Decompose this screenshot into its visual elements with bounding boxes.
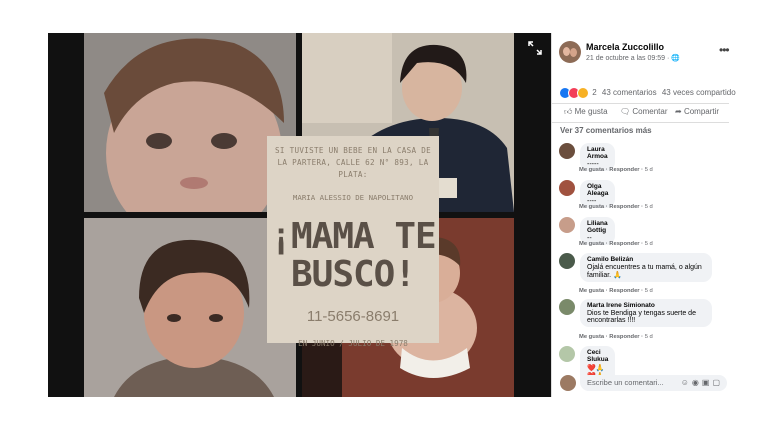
comment-like-link[interactable]: Me gusta <box>579 241 604 247</box>
share-button[interactable]: ➦ Compartir <box>675 107 719 116</box>
commenter-name[interactable]: Laura Armoa <box>587 146 608 160</box>
photo-toddler-closeup <box>84 33 296 212</box>
comment-actions: Me gusta · Responder · 5 d <box>579 241 653 247</box>
comment-like-link[interactable]: Me gusta <box>579 288 604 294</box>
comment-actions: Me gusta · Responder · 5 d <box>579 167 653 173</box>
commenter-name[interactable]: Ceci Slukua <box>587 349 608 363</box>
flyer-headline-line2: BUSCO! <box>290 254 416 295</box>
share-label: Compartir <box>683 107 720 116</box>
comment-reply-link[interactable]: Responder <box>609 288 639 294</box>
emoji-icon[interactable]: ☺ <box>681 378 692 387</box>
commenter-avatar[interactable] <box>559 299 575 315</box>
current-user-avatar <box>560 375 576 391</box>
comment-time[interactable]: 5 d <box>645 167 653 173</box>
post-actions: 👍︎ Me gusta 🗨︎ Comentar ➦ Compartir <box>552 103 729 123</box>
flyer-intro: SI TUVISTE UN BEBE EN LA CASA DE LA PART… <box>275 146 431 179</box>
commenter-name[interactable]: Marta Irene Simionato <box>587 302 705 309</box>
author-avatar[interactable] <box>559 41 581 63</box>
comments-count[interactable]: 43 comentarios <box>602 88 657 97</box>
comment-input[interactable]: Escribe un comentari... ☺◉▣▢ <box>581 375 727 391</box>
more-options-icon[interactable]: ••• <box>719 43 730 57</box>
globe-icon: 🌐 <box>671 55 680 62</box>
expand-icon[interactable] <box>527 41 543 57</box>
comment-reply-link[interactable]: Responder <box>609 167 639 173</box>
commenter-name[interactable]: Camilo Belizán <box>587 256 705 263</box>
comment-like-link[interactable]: Me gusta <box>579 334 604 340</box>
post-date[interactable]: 21 de octubre a las 09:59 · 🌐 <box>586 54 680 62</box>
comment-time[interactable]: 5 d <box>645 241 653 247</box>
comment-actions: Me gusta · Responder · 5 d <box>579 288 653 294</box>
comment-actions: Me gusta · Responder · 5 d <box>579 334 653 340</box>
reaction-summary[interactable]: 2 43 comentarios 43 veces compartido <box>559 87 736 99</box>
comment-reply-link[interactable]: Responder <box>609 334 639 340</box>
like-button[interactable]: 👍︎ Me gusta <box>564 107 608 117</box>
post-sidebar: Marcela Zuccolillo 21 de octubre a las 0… <box>551 33 736 397</box>
like-label: Me gusta <box>574 107 608 116</box>
comment-input-icons: ☺◉▣▢ <box>681 375 723 391</box>
flyer-headline: ¡MAMA TE BUSCO! <box>267 218 439 294</box>
comment-text: Dios te Bendiga y tengas suerte de encon… <box>587 310 696 324</box>
post-header: Marcela Zuccolillo 21 de octubre a las 0… <box>559 41 730 65</box>
comment-time[interactable]: 5 d <box>645 288 653 294</box>
flyer-card: SI TUVISTE UN BEBE EN LA CASA DE LA PART… <box>267 136 439 348</box>
camera-icon[interactable]: ◉ <box>692 378 702 387</box>
view-more-comments-link[interactable]: Ver 37 comentarios más <box>560 126 652 135</box>
comment-bubble: Marta Irene Simionato Dios te Bendiga y … <box>580 299 712 327</box>
photo-small-boy <box>84 218 296 397</box>
comment-label: Comentar <box>632 107 668 116</box>
comment-input-placeholder: Escribe un comentari... <box>587 378 664 387</box>
photo-viewer[interactable]: SI TUVISTE UN BEBE EN LA CASA DE LA PART… <box>48 33 551 397</box>
comment-button[interactable]: 🗨︎ Comentar <box>620 107 668 116</box>
commenter-avatar[interactable] <box>559 143 575 159</box>
flyer-date: EN JUNIO / JULIO DE 1978 <box>298 339 408 348</box>
gif-icon[interactable]: ▣ <box>702 378 713 387</box>
comment-bubble: Camilo Belizán Ojalá encuentres a tu mam… <box>580 253 712 282</box>
thumbs-up-icon: 👍︎ <box>564 107 573 116</box>
commenter-name[interactable]: Olga Aleaga <box>587 183 608 197</box>
comment-actions: Me gusta · Responder · 5 d <box>579 204 653 210</box>
flyer-name: MARIA ALESSIO DE NAPOLITANO <box>292 193 414 202</box>
comment-reply-link[interactable]: Responder <box>609 204 639 210</box>
shares-count[interactable]: 43 veces compartido <box>662 88 736 97</box>
comment-like-link[interactable]: Me gusta <box>579 167 604 173</box>
commenter-avatar[interactable] <box>559 253 575 269</box>
author-name[interactable]: Marcela Zuccolillo <box>586 42 664 52</box>
commenter-name[interactable]: Liliana Gottig <box>587 220 608 234</box>
comment-time[interactable]: 5 d <box>645 334 653 340</box>
flyer-phone: 11-5656-8691 <box>306 308 400 325</box>
commenter-avatar[interactable] <box>559 180 575 196</box>
comment-reply-link[interactable]: Responder <box>609 241 639 247</box>
sticker-icon[interactable]: ▢ <box>712 378 723 387</box>
comment-text: Ojalá encuentres a tu mamá, o algún fami… <box>587 264 702 279</box>
comment-time[interactable]: 5 d <box>645 204 653 210</box>
share-icon: ➦ <box>675 107 682 116</box>
flyer-headline-line1: ¡MAMA TE <box>270 216 436 257</box>
sad-reaction-icon <box>577 87 589 99</box>
reactions-count: 2 <box>592 88 597 98</box>
comment-icon: 🗨︎ <box>620 107 631 116</box>
commenter-avatar[interactable] <box>559 217 575 233</box>
comment-like-link[interactable]: Me gusta <box>579 204 604 210</box>
commenter-avatar[interactable] <box>559 346 575 362</box>
post-date-text: 21 de octubre a las 09:59 · <box>586 55 672 62</box>
